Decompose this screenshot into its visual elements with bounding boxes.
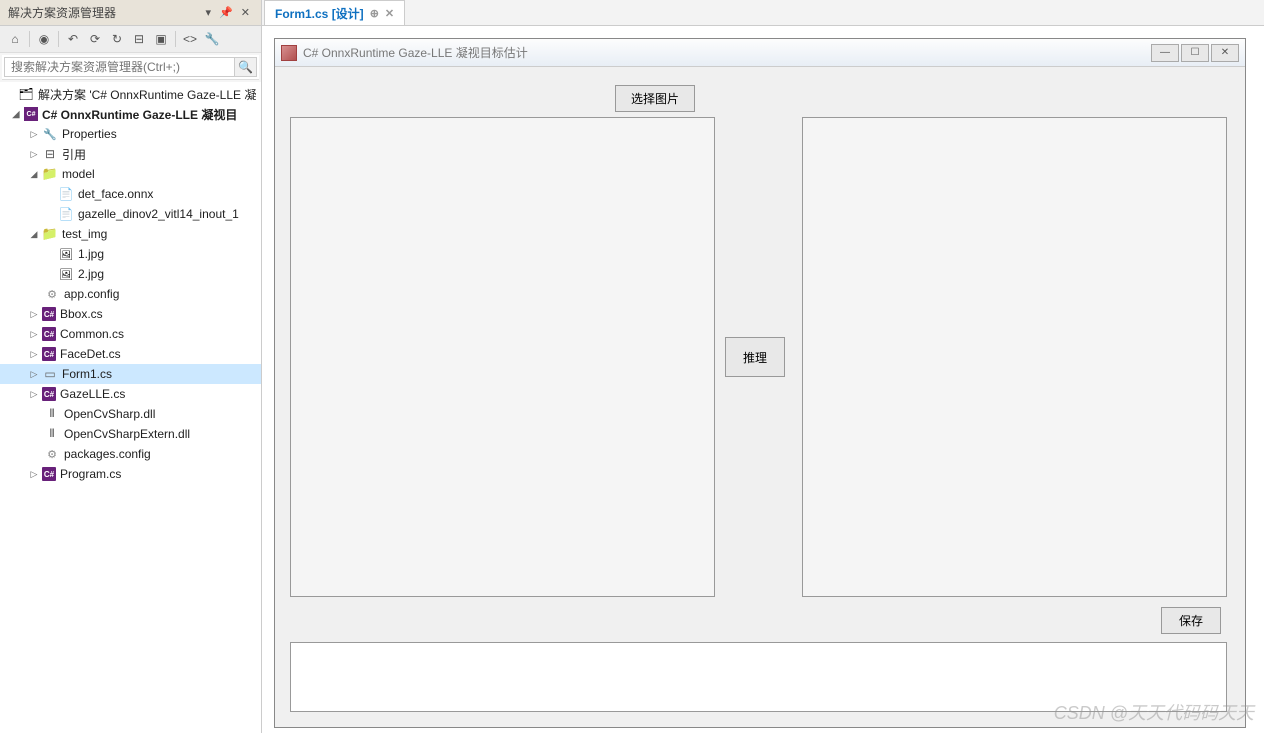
close-button[interactable]: ✕ bbox=[1211, 44, 1239, 62]
close-icon[interactable]: ✕ bbox=[385, 7, 394, 20]
chevron-right-icon[interactable]: ▷ bbox=[28, 148, 40, 160]
tree-file[interactable]: gazelle_dinov2_vitl14_inout_1 bbox=[0, 204, 261, 224]
log-textbox[interactable] bbox=[290, 642, 1227, 712]
csproj-icon: C# bbox=[24, 107, 38, 121]
tree-file[interactable]: app.config bbox=[0, 284, 261, 304]
solution-icon bbox=[18, 86, 34, 102]
code-icon[interactable]: <> bbox=[180, 29, 200, 49]
chevron-right-icon[interactable]: ▷ bbox=[28, 328, 40, 340]
solution-toolbar: ⌂ ◉ ↶ ⟳ ↻ ⊟ ▣ <> 🔧 bbox=[0, 26, 261, 53]
folder-icon bbox=[42, 166, 58, 182]
tab-form1-design[interactable]: Form1.cs [设计] ⊕ ✕ bbox=[264, 0, 405, 25]
form-title: C# OnnxRuntime Gaze-LLE 凝视目标估计 bbox=[303, 44, 1145, 61]
dropdown-icon[interactable]: ▾ bbox=[203, 6, 215, 19]
maximize-button[interactable]: ☐ bbox=[1181, 44, 1209, 62]
close-icon[interactable]: ✕ bbox=[238, 6, 253, 19]
select-image-button[interactable]: 选择图片 bbox=[615, 85, 695, 112]
dll-icon bbox=[44, 406, 60, 422]
file-icon bbox=[58, 206, 74, 222]
csharp-icon: C# bbox=[42, 347, 56, 361]
history-back-icon[interactable]: ↶ bbox=[63, 29, 83, 49]
tree-file-cs[interactable]: ▷C# Common.cs bbox=[0, 324, 261, 344]
refresh-icon[interactable]: ↻ bbox=[107, 29, 127, 49]
folder-icon bbox=[42, 226, 58, 242]
pin-icon[interactable]: ⊕ bbox=[370, 7, 379, 20]
wrench-icon bbox=[42, 126, 58, 142]
tree-file-cs[interactable]: ▷C# FaceDet.cs bbox=[0, 344, 261, 364]
collapse-icon[interactable]: ⊟ bbox=[129, 29, 149, 49]
search-button[interactable]: 🔍 bbox=[235, 57, 257, 77]
chevron-down-icon[interactable]: ◢ bbox=[28, 168, 40, 180]
chevron-down-icon[interactable]: ◢ bbox=[28, 228, 40, 240]
tree-folder-model[interactable]: ◢ model bbox=[0, 164, 261, 184]
csharp-icon: C# bbox=[42, 307, 56, 321]
tree-file[interactable]: 1.jpg bbox=[0, 244, 261, 264]
scope-icon[interactable]: ◉ bbox=[34, 29, 54, 49]
picturebox-output[interactable] bbox=[802, 117, 1227, 597]
tree-file[interactable]: OpenCvSharp.dll bbox=[0, 404, 261, 424]
panel-header: 解决方案资源管理器 ▾ 📌 ✕ bbox=[0, 0, 261, 26]
tree-project[interactable]: ◢C# C# OnnxRuntime Gaze-LLE 凝视目 bbox=[0, 104, 261, 124]
form-client-area: 选择图片 推理 保存 bbox=[275, 67, 1245, 727]
image-icon bbox=[58, 246, 74, 262]
form-designer-surface[interactable]: C# OnnxRuntime Gaze-LLE 凝视目标估计 — ☐ ✕ 选择图… bbox=[262, 26, 1264, 733]
solution-explorer-panel: 解决方案资源管理器 ▾ 📌 ✕ ⌂ ◉ ↶ ⟳ ↻ ⊟ ▣ <> 🔧 🔍 解决方… bbox=[0, 0, 262, 733]
sync-icon[interactable]: ⟳ bbox=[85, 29, 105, 49]
minimize-button[interactable]: — bbox=[1151, 44, 1179, 62]
csharp-icon: C# bbox=[42, 387, 56, 401]
chevron-right-icon[interactable]: ▷ bbox=[28, 348, 40, 360]
tree-file[interactable]: det_face.onnx bbox=[0, 184, 261, 204]
config-icon bbox=[44, 286, 60, 302]
chevron-right-icon[interactable]: ▷ bbox=[28, 308, 40, 320]
document-area: Form1.cs [设计] ⊕ ✕ C# OnnxRuntime Gaze-LL… bbox=[262, 0, 1264, 733]
tree-file[interactable]: packages.config bbox=[0, 444, 261, 464]
tree-file-cs[interactable]: ▷C# Bbox.cs bbox=[0, 304, 261, 324]
image-icon bbox=[58, 266, 74, 282]
chevron-down-icon[interactable]: ◢ bbox=[10, 108, 22, 120]
picturebox-input[interactable] bbox=[290, 117, 715, 597]
tree-references[interactable]: ▷ 引用 bbox=[0, 144, 261, 164]
references-icon bbox=[42, 146, 58, 162]
chevron-right-icon[interactable]: ▷ bbox=[28, 388, 40, 400]
tree-solution[interactable]: 解决方案 'C# OnnxRuntime Gaze-LLE 凝 bbox=[0, 84, 261, 104]
tree-file[interactable]: 2.jpg bbox=[0, 264, 261, 284]
tree-properties[interactable]: ▷ Properties bbox=[0, 124, 261, 144]
chevron-right-icon[interactable]: ▷ bbox=[28, 468, 40, 480]
tree-file-cs[interactable]: ▷C# GazeLLE.cs bbox=[0, 384, 261, 404]
chevron-right-icon[interactable]: ▷ bbox=[28, 128, 40, 140]
tab-label: Form1.cs [设计] bbox=[275, 5, 364, 22]
tree-file-form1[interactable]: ▷ Form1.cs bbox=[0, 364, 261, 384]
show-all-icon[interactable]: ▣ bbox=[151, 29, 171, 49]
home-icon[interactable]: ⌂ bbox=[5, 29, 25, 49]
save-button[interactable]: 保存 bbox=[1161, 607, 1221, 634]
search-input[interactable] bbox=[4, 57, 235, 77]
tree-file-cs[interactable]: ▷C# Program.cs bbox=[0, 464, 261, 484]
search-container: 🔍 bbox=[2, 55, 259, 80]
config-icon bbox=[44, 446, 60, 462]
pin-icon[interactable]: 📌 bbox=[216, 6, 236, 19]
chevron-right-icon[interactable]: ▷ bbox=[28, 368, 40, 380]
properties-icon[interactable]: 🔧 bbox=[202, 29, 222, 49]
form-icon bbox=[42, 366, 58, 382]
csharp-icon: C# bbox=[42, 467, 56, 481]
file-icon bbox=[58, 186, 74, 202]
dll-icon bbox=[44, 426, 60, 442]
tree-file[interactable]: OpenCvSharpExtern.dll bbox=[0, 424, 261, 444]
csharp-icon: C# bbox=[42, 327, 56, 341]
tree-folder-testimg[interactable]: ◢ test_img bbox=[0, 224, 261, 244]
inference-button[interactable]: 推理 bbox=[725, 337, 785, 377]
tab-bar: Form1.cs [设计] ⊕ ✕ bbox=[262, 0, 1264, 26]
solution-tree[interactable]: 解决方案 'C# OnnxRuntime Gaze-LLE 凝 ◢C# C# O… bbox=[0, 82, 261, 733]
form-window[interactable]: C# OnnxRuntime Gaze-LLE 凝视目标估计 — ☐ ✕ 选择图… bbox=[274, 38, 1246, 728]
panel-title: 解决方案资源管理器 bbox=[8, 4, 116, 21]
form-titlebar: C# OnnxRuntime Gaze-LLE 凝视目标估计 — ☐ ✕ bbox=[275, 39, 1245, 67]
form-app-icon bbox=[281, 45, 297, 61]
